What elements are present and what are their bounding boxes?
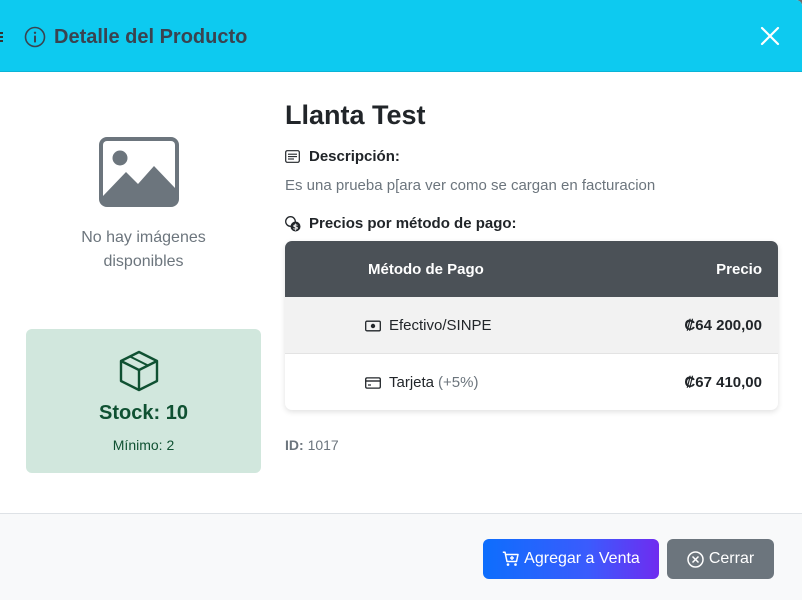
cash-icon (365, 320, 381, 331)
box-icon (119, 350, 159, 392)
image-placeholder-icon (99, 137, 179, 207)
stock-card: Stock: 10 Mínimo: 2 (26, 329, 261, 473)
close-button[interactable]: Cerrar (667, 539, 774, 579)
svg-text:$: $ (293, 222, 299, 231)
product-detail-modal: Detalle del Producto No hay imágenes dis… (0, 0, 802, 600)
add-to-sale-button[interactable]: Agregar a Venta (483, 539, 659, 579)
modal-header: Detalle del Producto (0, 0, 802, 72)
modal-title: Detalle del Producto (54, 26, 248, 48)
cart-plus-icon (502, 551, 519, 566)
close-icon[interactable] (758, 24, 782, 48)
x-circle-icon (687, 550, 704, 568)
info-circle-icon (24, 26, 46, 48)
table-row: Efectivo/SINPE ₡64 200,00 (285, 297, 778, 354)
column-header-price: Precio (716, 261, 762, 278)
description-text: Es una prueba p[ara ver como se cargan e… (285, 177, 656, 194)
credit-card-icon (365, 376, 381, 389)
price-value: ₡64 200,00 (684, 317, 762, 334)
product-id: ID: 1017 (285, 437, 339, 453)
stock-minimum: Mínimo: 2 (112, 437, 175, 453)
prices-label: $ Precios por método de pago: (285, 215, 517, 232)
table-row: Tarjeta (+5%) ₡67 410,00 (285, 354, 778, 410)
stock-count: Stock: 10 (99, 402, 188, 424)
price-table: Método de Pago Precio Efectivo/SINPE ₡64… (285, 241, 778, 410)
price-value: ₡67 410,00 (684, 374, 762, 391)
product-name: Llanta Test (285, 100, 426, 130)
no-images-text: No hay imágenes disponibles (81, 229, 206, 270)
menu-fragment-icon (0, 32, 3, 42)
card-text-icon (285, 150, 300, 163)
description-label: Descripción: (285, 148, 400, 165)
coins-icon: $ (285, 215, 301, 231)
payment-method: Tarjeta (+5%) (365, 374, 478, 391)
payment-method: Efectivo/SINPE (365, 317, 492, 334)
column-header-method: Método de Pago (368, 261, 484, 278)
table-header: Método de Pago Precio (285, 241, 778, 297)
